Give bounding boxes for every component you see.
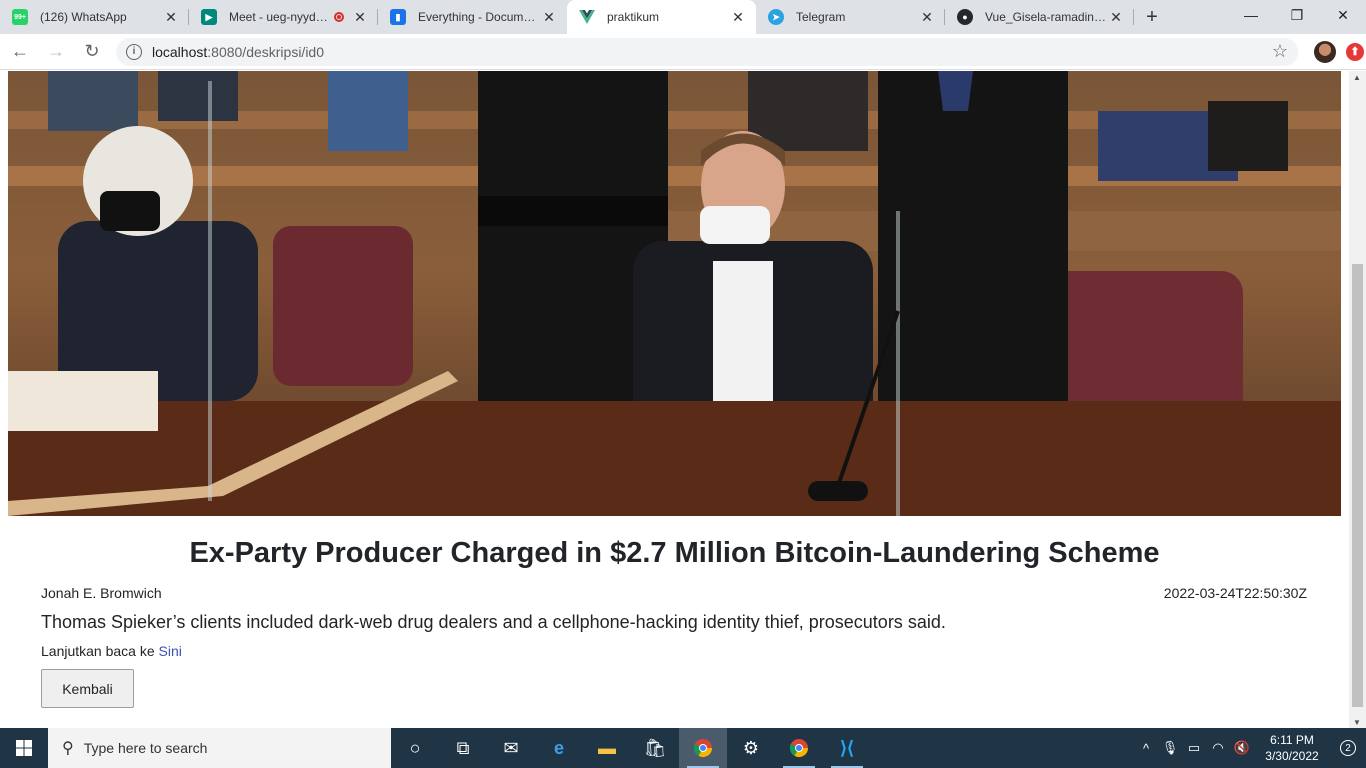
telegram-icon: ➤: [768, 9, 784, 25]
volume-muted-icon[interactable]: 🔇: [1230, 740, 1254, 756]
close-window-icon[interactable]: ✕: [1320, 0, 1366, 30]
article-title: Ex-Party Producer Charged in $2.7 Millio…: [189, 537, 1160, 569]
page-viewport: Ex-Party Producer Charged in $2.7 Millio…: [0, 71, 1366, 729]
edge-icon[interactable]: e: [535, 728, 583, 768]
tab-title: Vue_Gisela-ramadinawati: [985, 10, 1108, 24]
search-icon: ⚲: [62, 740, 74, 757]
article-image: [8, 71, 1341, 516]
bookmark-star-icon[interactable]: ☆: [1272, 41, 1288, 62]
cortana-icon[interactable]: ○: [391, 728, 439, 768]
vue-icon: [579, 9, 595, 25]
whatsapp-icon: 99+: [12, 9, 28, 25]
microphone-icon[interactable]: 🎙: [1158, 740, 1182, 756]
chrome-profile-icon[interactable]: [775, 728, 823, 768]
article-published-date: 2022-03-24T22:50:30Z: [1163, 585, 1307, 601]
scroll-down-icon[interactable]: ▼: [1353, 718, 1361, 727]
back-arrow-icon[interactable]: ←: [4, 36, 36, 68]
settings-gear-icon[interactable]: ⚙: [727, 728, 775, 768]
scrollbar-thumb[interactable]: [1352, 264, 1363, 707]
task-view-icon[interactable]: ⧉: [439, 728, 487, 768]
new-tab-button[interactable]: +: [1134, 0, 1170, 34]
chrome-icon[interactable]: [679, 728, 727, 768]
store-icon[interactable]: 🛍: [631, 728, 679, 768]
vscode-icon[interactable]: ⟩⟨: [823, 728, 871, 768]
tab-title: Everything - Documents: [418, 10, 541, 24]
close-icon[interactable]: ✕: [541, 9, 557, 25]
taskbar-search-input[interactable]: ⚲ Type here to search: [48, 728, 391, 768]
article-description: Thomas Spieker’s clients included dark-w…: [41, 612, 946, 632]
file-explorer-icon[interactable]: ▬: [583, 728, 631, 768]
url-host: localhost: [152, 43, 208, 60]
tab-title: Meet - ueg-nyyd-zxx: [229, 10, 330, 24]
wifi-icon[interactable]: ◠: [1206, 740, 1230, 756]
windows-start-icon[interactable]: [0, 728, 48, 768]
system-tray: ^ 🎙 ▭ ◠ 🔇 6:11 PM 3/30/2022 2: [1134, 728, 1366, 768]
docs-icon: ▮: [390, 9, 406, 25]
window-controls: — ❐ ✕: [1228, 0, 1366, 30]
page-scrollbar[interactable]: ▲ ▼: [1349, 71, 1366, 729]
tab-telegram[interactable]: ➤ Telegram ✕: [756, 0, 945, 34]
minimize-icon[interactable]: —: [1228, 0, 1274, 30]
restore-icon[interactable]: ❐: [1274, 0, 1320, 30]
close-icon[interactable]: ✕: [730, 9, 746, 25]
read-more-line: Lanjutkan baca ke Sini: [41, 643, 182, 659]
close-icon[interactable]: ✕: [919, 9, 935, 25]
tab-whatsapp[interactable]: 99+ (126) WhatsApp ✕: [0, 0, 189, 34]
forward-arrow-icon[interactable]: →: [40, 36, 72, 68]
notification-count: 2: [1340, 740, 1356, 756]
close-icon[interactable]: ✕: [163, 9, 179, 25]
close-icon[interactable]: ✕: [352, 9, 368, 25]
browser-toolbar: ← → ↻ i localhost:8080/deskripsi/id0 ☆ ⬆: [0, 34, 1366, 70]
clock-date: 3/30/2022: [1265, 749, 1319, 763]
chevron-up-icon[interactable]: ^: [1134, 741, 1158, 756]
mail-icon[interactable]: ✉: [487, 728, 535, 768]
tab-praktikum[interactable]: praktikum ✕: [567, 0, 756, 34]
recording-icon: [334, 12, 344, 22]
article-author: Jonah E. Bromwich: [41, 585, 162, 601]
address-bar[interactable]: i localhost:8080/deskripsi/id0 ☆: [116, 37, 1298, 66]
read-more-link[interactable]: Sini: [159, 643, 182, 659]
tab-title: Telegram: [796, 10, 846, 24]
back-button[interactable]: Kembali: [41, 669, 134, 708]
battery-icon[interactable]: ▭: [1182, 740, 1206, 756]
reload-icon[interactable]: ↻: [76, 36, 108, 68]
tab-title: (126) WhatsApp: [40, 10, 127, 24]
extension-icon[interactable]: ⬆: [1346, 42, 1364, 61]
url-path: :8080/deskripsi/id0: [207, 43, 325, 60]
clock-time: 6:11 PM: [1270, 733, 1314, 747]
tab-everything[interactable]: ▮ Everything - Documents ✕: [378, 0, 567, 34]
scroll-up-icon[interactable]: ▲: [1353, 73, 1361, 82]
tab-title: praktikum: [607, 10, 660, 24]
profile-avatar[interactable]: [1314, 40, 1336, 63]
taskbar: ⚲ Type here to search ○ ⧉ ✉ e ▬ 🛍 ⚙ ⟩⟨ ^…: [0, 728, 1366, 768]
tab-strip: 99+ (126) WhatsApp ✕ ▶ Meet - ueg-nyyd-z…: [0, 0, 1366, 34]
meet-icon: ▶: [201, 9, 217, 25]
tab-github[interactable]: ● Vue_Gisela-ramadinawati ✕: [945, 0, 1134, 34]
taskbar-clock[interactable]: 6:11 PM 3/30/2022: [1254, 732, 1330, 764]
close-icon[interactable]: ✕: [1108, 9, 1124, 25]
info-icon[interactable]: i: [126, 43, 142, 60]
taskbar-search-placeholder: Type here to search: [83, 740, 208, 756]
tab-meet[interactable]: ▶ Meet - ueg-nyyd-zxx ✕: [189, 0, 378, 34]
github-icon: ●: [957, 9, 973, 25]
read-more-prefix: Lanjutkan baca ke: [41, 643, 159, 659]
notification-center-icon[interactable]: 2: [1330, 728, 1366, 768]
